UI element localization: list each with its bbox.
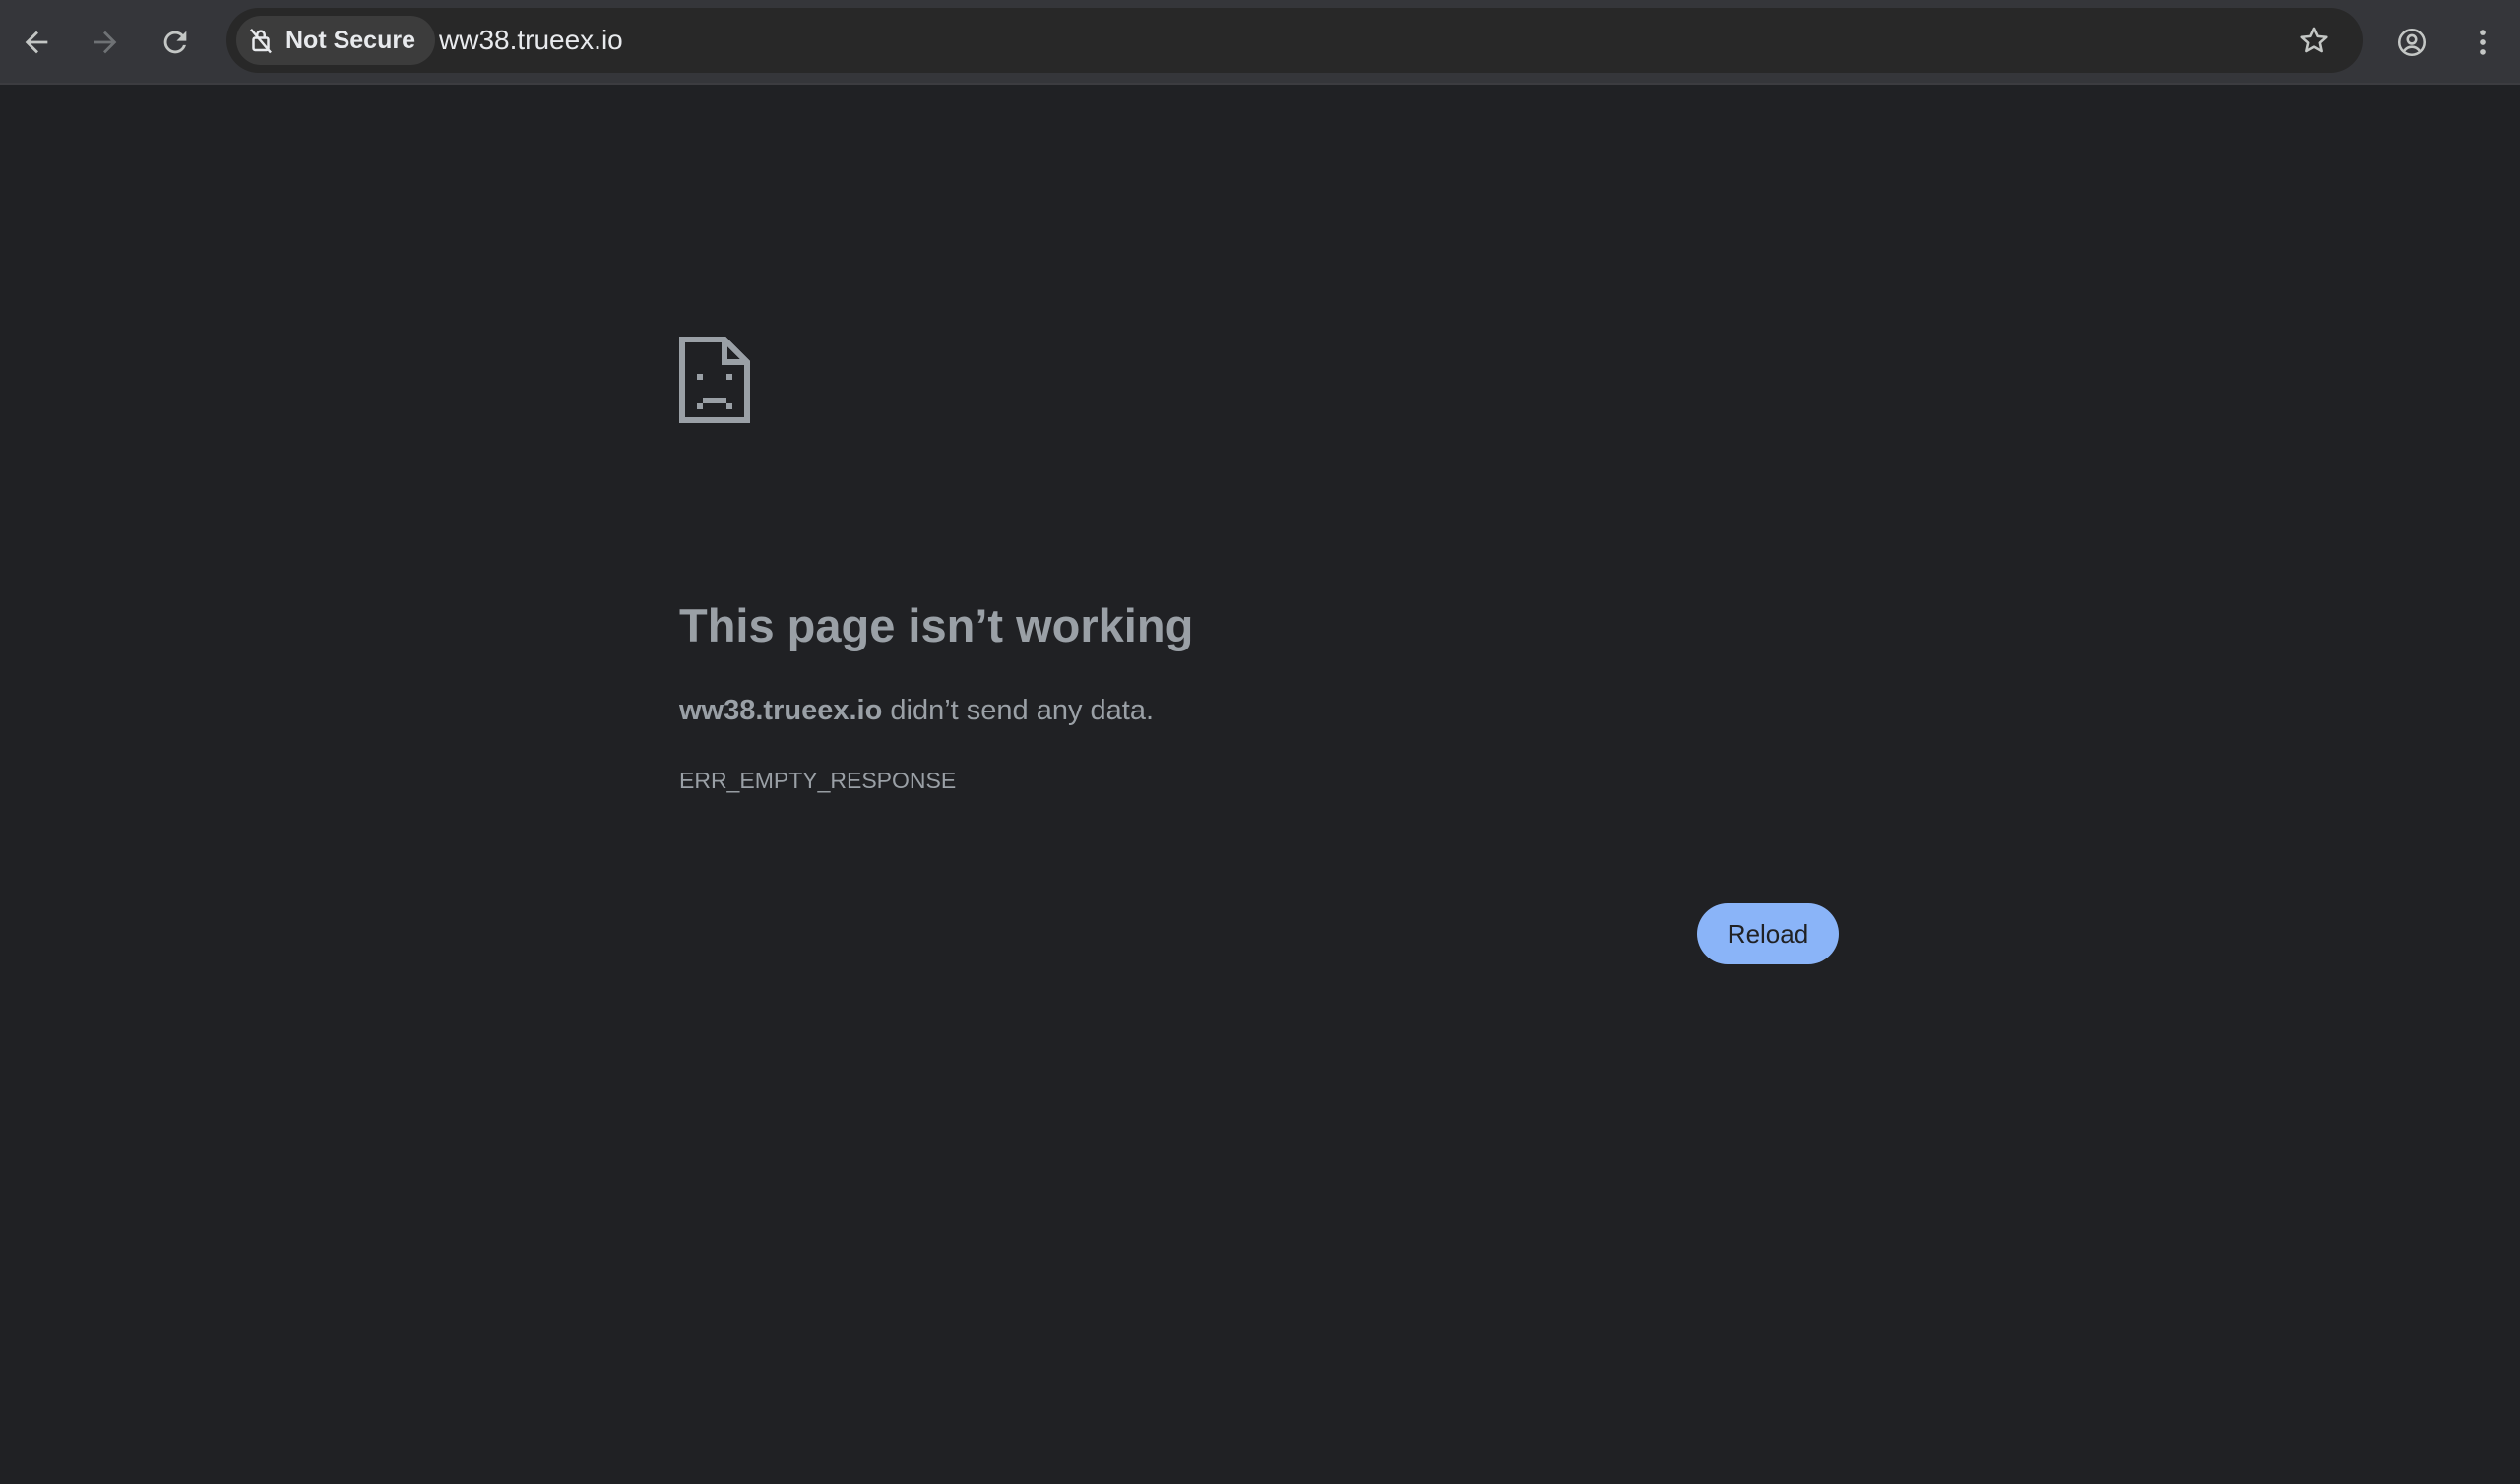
security-chip[interactable]: Not Secure (236, 16, 435, 65)
sad-page-icon (679, 337, 750, 423)
reload-button[interactable]: Reload (1697, 903, 1839, 964)
error-host: ww38.trueex.io (679, 695, 883, 726)
forward-button[interactable] (74, 11, 137, 74)
page-content: This page isn’t working ww38.trueex.io d… (0, 87, 2520, 1484)
security-label: Not Secure (285, 26, 415, 54)
arrow-left-icon (25, 31, 48, 54)
error-description: ww38.trueex.io didn’t send any data. (679, 695, 1154, 727)
reload-toolbar-button[interactable] (144, 11, 207, 74)
arrow-right-icon (94, 31, 117, 54)
error-code: ERR_EMPTY_RESPONSE (679, 768, 957, 793)
more-vert-icon (2480, 30, 2486, 55)
url-text[interactable]: ww38.trueex.io (439, 8, 623, 73)
browser-toolbar: Not Secure ww38.trueex.io (0, 0, 2520, 85)
account-circle-icon (2397, 28, 2426, 57)
not-secure-lock-icon (250, 28, 272, 54)
star-icon (2300, 27, 2328, 53)
back-button[interactable] (5, 11, 68, 74)
refresh-icon (163, 31, 187, 54)
address-bar[interactable]: Not Secure ww38.trueex.io (226, 8, 2362, 73)
error-description-text: didn’t send any data. (882, 695, 1155, 726)
error-title: This page isn’t working (679, 599, 1194, 651)
bookmark-button[interactable] (2290, 16, 2339, 65)
profile-button[interactable] (2380, 11, 2443, 74)
menu-button[interactable] (2451, 11, 2514, 74)
